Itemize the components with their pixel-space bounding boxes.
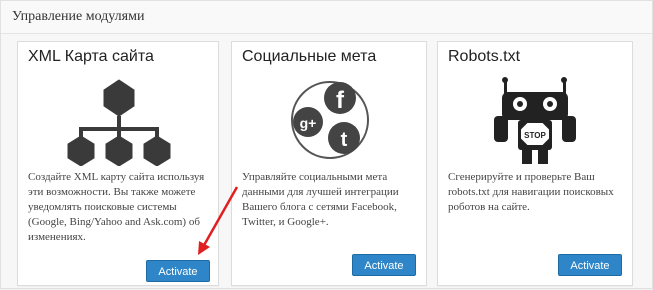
activate-button-robots-txt[interactable]: Activate	[558, 254, 622, 276]
panel-title: Управление модулями	[12, 9, 145, 24]
module-description: Управляйте социальными мета данными для …	[242, 171, 399, 228]
activate-button-social-meta[interactable]: Activate	[352, 254, 416, 276]
modules-panel: Управление модулями XML Карта сайта Созд…	[0, 0, 653, 289]
sitemap-tree-icon	[67, 79, 171, 166]
module-card-xml-sitemap: XML Карта сайта Создайте XML карту сайта…	[17, 41, 219, 286]
module-card-social-meta: Социальные мета f g+ t Управляйте социал…	[231, 41, 427, 286]
module-title: Социальные мета	[242, 48, 377, 65]
activate-button-xml-sitemap[interactable]: Activate	[146, 260, 210, 282]
module-description: Создайте XML карту сайта используя эти в…	[28, 171, 205, 243]
module-card-robots-txt: Robots.txt STOP Сгенерируйте и проверьте	[437, 41, 633, 286]
module-description: Сгенерируйте и проверьте Ваш robots.txt …	[448, 171, 614, 213]
svg-text:t: t	[341, 129, 348, 151]
social-circles-icon: f g+ t	[291, 81, 369, 159]
robot-stop-icon: STOP	[494, 77, 576, 164]
module-title: XML Карта сайта	[28, 48, 154, 65]
svg-text:g+: g+	[300, 115, 317, 131]
panel-header: Управление модулями	[1, 1, 652, 34]
svg-text:f: f	[336, 87, 345, 114]
svg-text:STOP: STOP	[524, 131, 546, 140]
module-title: Robots.txt	[448, 48, 521, 65]
